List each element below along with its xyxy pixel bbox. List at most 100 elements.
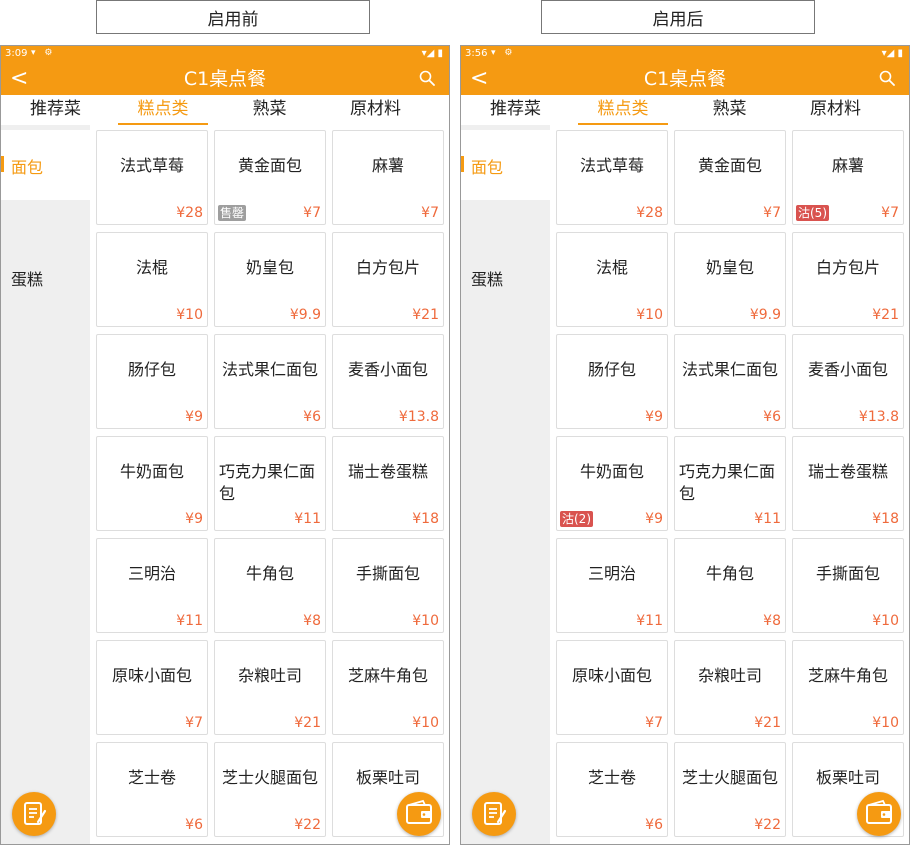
product-name: 巧克力果仁面包 — [219, 462, 316, 503]
tab-item[interactable]: 糕点类 — [118, 95, 208, 125]
product-card[interactable]: 三明治 ¥11 — [556, 538, 668, 633]
product-card[interactable]: 法棍 ¥10 — [96, 232, 208, 327]
wallet-button[interactable] — [397, 792, 441, 836]
order-list-button[interactable] — [472, 792, 516, 836]
product-price: ¥7 — [421, 205, 439, 221]
product-card[interactable]: 麻薯 ¥7 — [332, 130, 444, 225]
product-name: 巧克力果仁面包 — [679, 462, 776, 503]
product-card[interactable]: 牛奶面包 ¥9 沽(2) — [556, 436, 668, 531]
product-name: 法式果仁面包 — [681, 360, 778, 379]
product-card[interactable]: 麻薯 ¥7 沽(5) — [792, 130, 904, 225]
product-card[interactable]: 麦香小面包 ¥13.8 — [332, 334, 444, 429]
product-name: 牛角包 — [245, 564, 294, 583]
order-list-button[interactable] — [12, 792, 56, 836]
stock-badge: 售罄 — [218, 205, 247, 221]
product-card[interactable]: 法棍 ¥10 — [556, 232, 668, 327]
product-card[interactable]: 牛角包 ¥8 — [674, 538, 786, 633]
product-card[interactable]: 牛角包 ¥8 — [214, 538, 326, 633]
product-price: ¥9 — [645, 511, 663, 527]
page-title: C1桌点餐 — [643, 68, 727, 90]
product-card[interactable]: 三明治 ¥11 — [96, 538, 208, 633]
product-card[interactable]: 瑞士卷蛋糕 ¥18 — [332, 436, 444, 531]
product-card[interactable]: 手撕面包 ¥10 — [792, 538, 904, 633]
search-icon[interactable] — [419, 70, 435, 86]
product-card[interactable]: 巧克力果仁面包 ¥11 — [214, 436, 326, 531]
product-name: 手撕面包 — [355, 564, 420, 583]
product-card[interactable]: 芝士火腿面包 ¥22 — [674, 742, 786, 837]
product-card[interactable]: 肠仔包 ¥9 — [96, 334, 208, 429]
category-sidebar: 面包蛋糕 — [1, 125, 90, 844]
wallet-button[interactable] — [857, 792, 901, 836]
product-price: ¥21 — [294, 715, 321, 731]
caption-after: 启用后 — [541, 0, 815, 34]
product-price: ¥6 — [763, 409, 781, 425]
product-card[interactable]: 巧克力果仁面包 ¥11 — [674, 436, 786, 531]
product-card[interactable]: 白方包片 ¥21 — [332, 232, 444, 327]
tab-item[interactable]: 推荐菜 — [468, 95, 563, 125]
product-card[interactable]: 肠仔包 ¥9 — [556, 334, 668, 429]
product-card[interactable]: 手撕面包 ¥10 — [332, 538, 444, 633]
sidebar-category[interactable]: 面包 — [461, 130, 550, 200]
product-card[interactable]: 芝士卷 ¥6 — [96, 742, 208, 837]
product-name: 牛角包 — [705, 564, 754, 583]
product-card[interactable]: 杂粮吐司 ¥21 — [674, 640, 786, 735]
product-card[interactable]: 原味小面包 ¥7 — [556, 640, 668, 735]
product-card[interactable]: 芝士卷 ¥6 — [556, 742, 668, 837]
product-price: ¥7 — [185, 715, 203, 731]
caption-before: 启用前 — [96, 0, 370, 34]
product-card[interactable]: 法式果仁面包 ¥6 — [214, 334, 326, 429]
product-name: 三明治 — [127, 564, 176, 583]
product-price: ¥10 — [636, 307, 663, 323]
product-name: 芝士卷 — [587, 768, 636, 787]
sidebar-category[interactable]: 蛋糕 — [461, 242, 550, 312]
product-name: 杂粮吐司 — [237, 666, 302, 685]
tab-item[interactable]: 熟菜 — [222, 95, 317, 125]
product-price: ¥13.8 — [398, 409, 439, 425]
tab-item[interactable]: 糕点类 — [578, 95, 668, 125]
product-card[interactable]: 奶皇包 ¥9.9 — [674, 232, 786, 327]
product-price: ¥28 — [636, 205, 663, 221]
sidebar-category[interactable]: 面包 — [1, 130, 90, 200]
sidebar-category[interactable]: 蛋糕 — [1, 242, 90, 312]
product-card[interactable]: 法式草莓 ¥28 — [96, 130, 208, 225]
tab-item[interactable]: 原材料 — [328, 95, 423, 125]
stock-badge: 沽(2) — [560, 511, 593, 527]
status-system-icons: ▾◢ ▮ — [881, 48, 903, 59]
category-tabs: 推荐菜 糕点类 熟菜 原材料 — [1, 95, 449, 125]
phone-after: 3:56 ▾ ⚙ ▾◢ ▮ < C1桌点餐 推荐菜 糕点类 熟菜 原材料 面包 蛋糕 法式草莓 ¥28 黄… — [460, 45, 910, 845]
product-card[interactable]: 麦香小面包 ¥13.8 — [792, 334, 904, 429]
product-card[interactable]: 牛奶面包 ¥9 — [96, 436, 208, 531]
product-price: ¥11 — [294, 511, 321, 527]
product-card[interactable]: 黄金面包 ¥7 售罄 — [214, 130, 326, 225]
product-name: 瑞士卷蛋糕 — [347, 462, 428, 481]
sidebar-category-label: 蛋糕 — [11, 270, 44, 289]
product-price: ¥22 — [294, 817, 321, 833]
product-name: 牛奶面包 — [119, 462, 184, 481]
product-card[interactable]: 芝麻牛角包 ¥10 — [332, 640, 444, 735]
product-card[interactable]: 法式草莓 ¥28 — [556, 130, 668, 225]
product-name: 黄金面包 — [697, 156, 762, 175]
product-name: 芝士火腿面包 — [681, 768, 778, 787]
tab-item[interactable]: 原材料 — [788, 95, 883, 125]
product-card[interactable]: 芝士火腿面包 ¥22 — [214, 742, 326, 837]
sidebar-category-label: 蛋糕 — [471, 270, 504, 289]
product-card[interactable]: 杂粮吐司 ¥21 — [214, 640, 326, 735]
product-card[interactable]: 芝麻牛角包 ¥10 — [792, 640, 904, 735]
product-name: 法式草莓 — [579, 156, 644, 175]
tab-item[interactable]: 推荐菜 — [8, 95, 103, 125]
product-card[interactable]: 白方包片 ¥21 — [792, 232, 904, 327]
product-price: ¥10 — [412, 613, 439, 629]
product-card[interactable]: 瑞士卷蛋糕 ¥18 — [792, 436, 904, 531]
product-card[interactable]: 黄金面包 ¥7 — [674, 130, 786, 225]
product-card[interactable]: 奶皇包 ¥9.9 — [214, 232, 326, 327]
product-name: 原味小面包 — [571, 666, 652, 685]
order-list-icon — [484, 802, 507, 825]
product-card[interactable]: 法式果仁面包 ¥6 — [674, 334, 786, 429]
product-name: 法棍 — [595, 258, 628, 277]
search-icon[interactable] — [879, 70, 895, 86]
product-card[interactable]: 原味小面包 ¥7 — [96, 640, 208, 735]
status-bar: 3:09 ▾ ⚙ ▾◢ ▮ — [1, 46, 449, 63]
product-price: ¥9.9 — [749, 307, 781, 323]
product-name: 芝麻牛角包 — [807, 666, 888, 685]
tab-item[interactable]: 熟菜 — [682, 95, 777, 125]
